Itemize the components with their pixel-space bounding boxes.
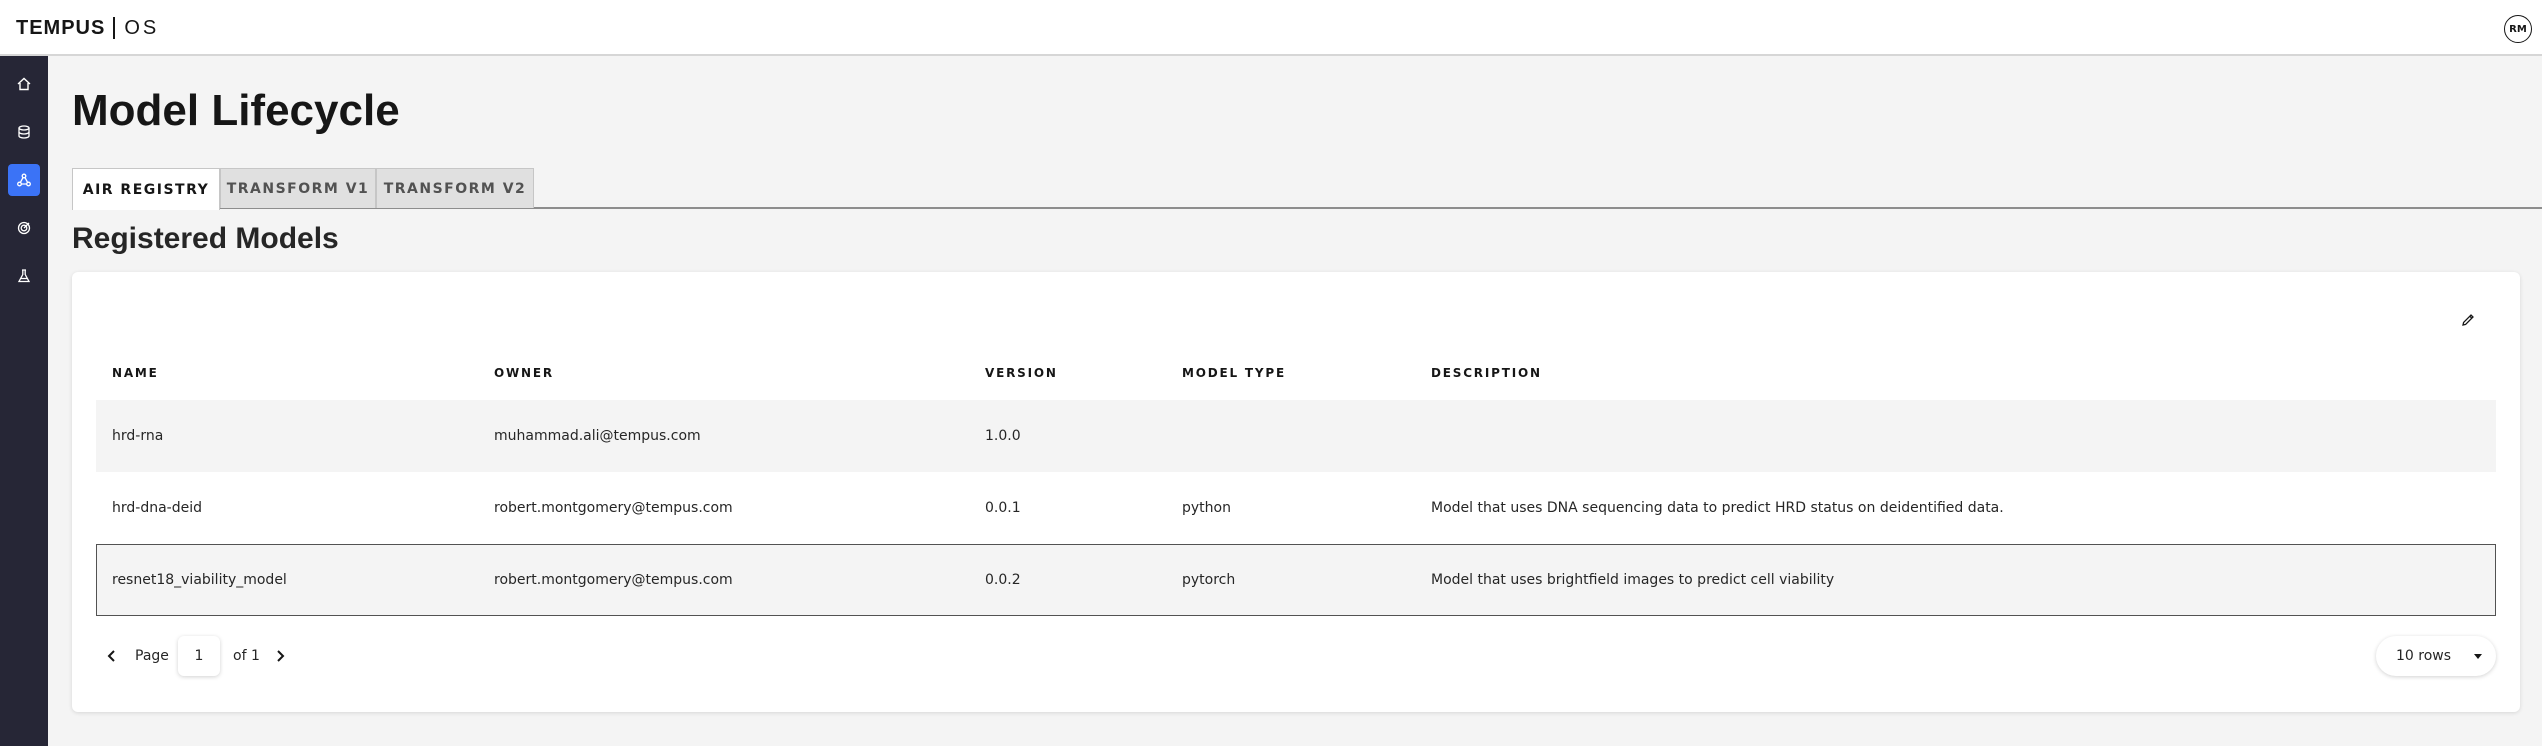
cell-name: hrd-rna (112, 428, 164, 444)
column-header-model-type[interactable]: MODEL TYPE (1182, 366, 1286, 380)
page-count-label: of 1 (233, 648, 260, 664)
tab-transform-v1[interactable]: TRANSFORM V1 (220, 168, 376, 208)
page-label: Page (135, 648, 169, 664)
cell-name: hrd-dna-deid (112, 500, 202, 516)
cell-description: Model that uses brightfield images to pr… (1431, 571, 1835, 588)
cell-version: 0.0.2 (985, 571, 1021, 588)
database-icon (18, 125, 30, 139)
table-row[interactable]: resnet18_viability_model robert.montgome… (96, 544, 2496, 616)
model-network-icon (17, 173, 31, 187)
edit-columns-button[interactable] (2456, 308, 2480, 332)
main-content: Model Lifecycle AIR REGISTRY TRANSFORM V… (48, 56, 2542, 746)
cell-model-type: python (1182, 500, 1231, 516)
models-table-card: NAME OWNER VERSION MODEL TYPE DESCRIPTIO… (72, 272, 2520, 712)
section-title: Registered Models (72, 222, 339, 255)
cell-model-type: pytorch (1182, 571, 1236, 588)
rows-per-page-value: 10 rows (2396, 648, 2452, 664)
cell-owner: muhammad.ali@tempus.com (494, 428, 701, 444)
logo-brand: TEMPUS (16, 16, 106, 39)
page-number-input[interactable]: 1 (178, 636, 220, 676)
chevron-left-icon (107, 650, 115, 662)
home-icon (17, 77, 31, 91)
caret-down-icon (2474, 654, 2482, 659)
previous-page-button[interactable] (100, 644, 124, 668)
flask-icon (17, 269, 31, 283)
table-row[interactable]: hrd-rna muhammad.ali@tempus.com 1.0.0 (96, 400, 2496, 472)
pencil-icon (2462, 314, 2474, 326)
chevron-right-icon (277, 650, 285, 662)
sidebar-item-lab[interactable] (8, 260, 40, 292)
cell-version: 0.0.1 (985, 500, 1021, 516)
sidebar-item-data[interactable] (8, 116, 40, 148)
tempus-os-logo[interactable]: TEMPUS OS (16, 14, 159, 42)
table-row[interactable]: hrd-dna-deid robert.montgomery@tempus.co… (96, 472, 2496, 544)
column-header-version[interactable]: VERSION (985, 366, 1058, 380)
rows-per-page-select[interactable]: 10 rows (2376, 636, 2496, 676)
radar-icon (17, 221, 31, 235)
cell-owner: robert.montgomery@tempus.com (494, 571, 733, 588)
sidebar-item-home[interactable] (8, 68, 40, 100)
sidebar-item-analytics[interactable] (8, 212, 40, 244)
page-title: Model Lifecycle (72, 86, 400, 135)
top-bar: TEMPUS OS RM (0, 0, 2542, 56)
column-header-description[interactable]: DESCRIPTION (1431, 366, 1542, 380)
column-header-owner[interactable]: OWNER (494, 366, 554, 380)
column-header-name[interactable]: NAME (112, 366, 159, 380)
user-avatar[interactable]: RM (2504, 15, 2532, 43)
tab-air-registry[interactable]: AIR REGISTRY (72, 168, 220, 210)
tab-transform-v2[interactable]: TRANSFORM V2 (376, 168, 534, 208)
logo-divider (113, 17, 116, 39)
cell-description: Model that uses DNA sequencing data to p… (1431, 500, 2004, 516)
cell-name: resnet18_viability_model (112, 571, 287, 588)
next-page-button[interactable] (268, 644, 292, 668)
sidebar-item-models[interactable] (8, 164, 40, 196)
sidebar (0, 56, 48, 746)
logo-product: OS (124, 16, 160, 39)
cell-owner: robert.montgomery@tempus.com (494, 500, 733, 516)
cell-version: 1.0.0 (985, 428, 1021, 444)
